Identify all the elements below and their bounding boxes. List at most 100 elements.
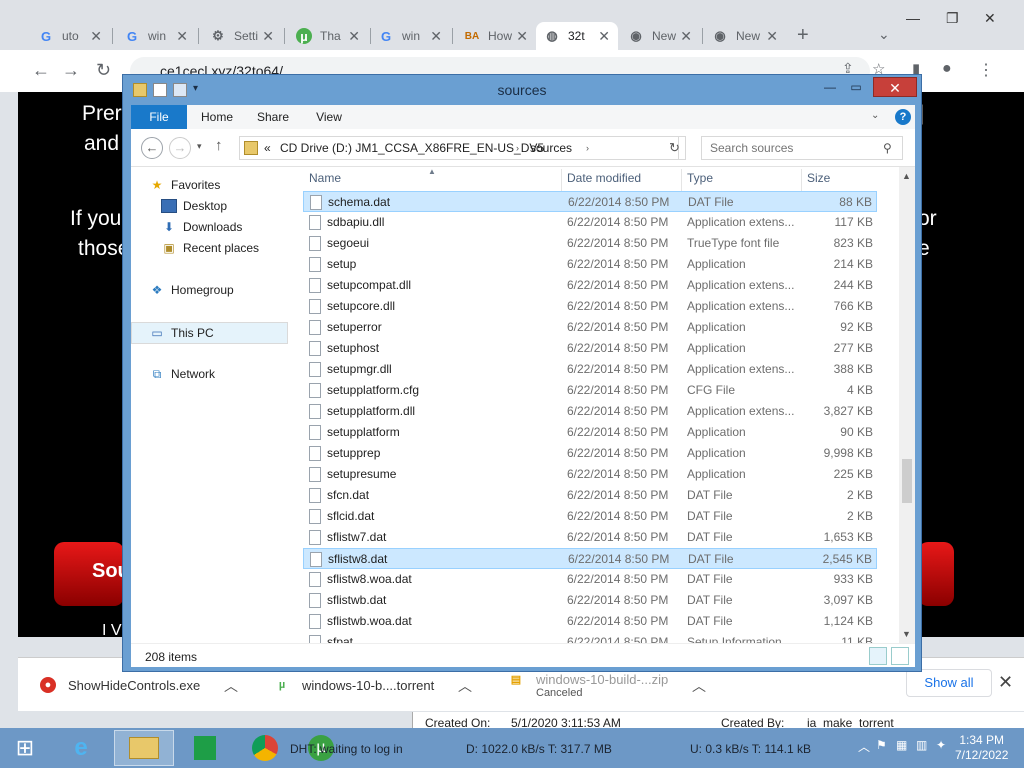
- profile-avatar-icon[interactable]: ●: [942, 60, 952, 78]
- tab-1[interactable]: Gwin ✕: [116, 22, 196, 50]
- column-separator[interactable]: [561, 169, 562, 191]
- table-row[interactable]: sflcid.dat 6/22/2014 8:50 PM DAT File 2 KB: [303, 506, 877, 527]
- recent-locations-chevron-icon[interactable]: ▾: [197, 141, 202, 152]
- table-row[interactable]: setuperror 6/22/2014 8:50 PM Application 92…: [303, 317, 877, 338]
- system-clock[interactable]: 1:34 PM 7/12/2022: [955, 733, 1008, 763]
- table-row[interactable]: setupplatform.dll 6/22/2014 8:50 PM Applic…: [303, 401, 877, 422]
- scrollbar-thumb[interactable]: [902, 459, 912, 503]
- nav-desktop[interactable]: Desktop: [161, 196, 227, 216]
- up-arrow-icon[interactable]: ↑: [215, 137, 223, 154]
- taskbar-ie[interactable]: e: [56, 730, 106, 766]
- chevron-up-icon[interactable]: ︿: [224, 676, 238, 696]
- reload-icon[interactable]: ↻: [96, 60, 111, 81]
- details-view-icon[interactable]: [869, 647, 887, 665]
- close-window-icon[interactable]: ✕: [984, 10, 996, 27]
- search-input[interactable]: [701, 136, 903, 160]
- breadcrumb-drive[interactable]: CD Drive (D:) JM1_CCSA_X86FRE_EN-US_DV5: [280, 137, 544, 159]
- network-status-icon[interactable]: ▥: [916, 738, 927, 752]
- close-icon[interactable]: ✕: [176, 28, 188, 45]
- column-header-size[interactable]: Size: [807, 171, 830, 189]
- breadcrumb-separator-icon[interactable]: ›: [516, 137, 519, 159]
- tab-8[interactable]: ◉ New ✕: [704, 22, 786, 50]
- nav-downloads[interactable]: ⬇ Downloads: [161, 217, 242, 237]
- nav-recent-places[interactable]: ▣ Recent places: [161, 238, 259, 258]
- close-icon[interactable]: ✕: [598, 28, 610, 45]
- close-icon[interactable]: ✕: [516, 28, 528, 45]
- minimize-icon[interactable]: —: [906, 10, 920, 26]
- chevron-up-icon[interactable]: ︿: [692, 676, 706, 696]
- table-row[interactable]: setuphost 6/22/2014 8:50 PM Application 277…: [303, 338, 877, 359]
- back-icon[interactable]: ←: [32, 60, 50, 81]
- close-icon[interactable]: ✕: [348, 28, 360, 45]
- source-button[interactable]: Sou: [54, 542, 130, 606]
- table-row[interactable]: setupplatform.cfg 6/22/2014 8:50 PM CFG Fi…: [303, 380, 877, 401]
- column-header-name[interactable]: Name: [309, 171, 341, 189]
- maximize-icon[interactable]: ❐: [946, 10, 959, 27]
- table-row[interactable]: schema.dat 6/22/2014 8:50 PM DAT File 88 KB: [303, 191, 877, 212]
- maximize-icon[interactable]: ▭: [843, 77, 869, 97]
- table-row[interactable]: setupmgr.dll 6/22/2014 8:50 PM Application…: [303, 359, 877, 380]
- close-icon[interactable]: ✕: [262, 28, 274, 45]
- column-separator[interactable]: [681, 169, 682, 191]
- nav-homegroup[interactable]: ❖ Homegroup: [149, 280, 234, 300]
- tab-4[interactable]: Gwin ✕: [370, 22, 450, 50]
- column-header-type[interactable]: Type: [687, 171, 713, 189]
- table-row[interactable]: sflistw8.woa.dat 6/22/2014 8:50 PM DAT Fil…: [303, 569, 877, 590]
- refresh-icon[interactable]: ↻: [664, 136, 686, 160]
- table-row[interactable]: setupprep 6/22/2014 8:50 PM Application 9,9…: [303, 443, 877, 464]
- minimize-icon[interactable]: —: [817, 77, 843, 97]
- tab-share[interactable]: Share: [249, 105, 297, 129]
- tab-7[interactable]: ◉ New ✕: [620, 22, 700, 50]
- table-row[interactable]: sflistw8.dat 6/22/2014 8:50 PM DAT File 2,5…: [303, 548, 877, 569]
- table-row[interactable]: sfcn.dat 6/22/2014 8:50 PM DAT File 2 KB: [303, 485, 877, 506]
- table-row[interactable]: segoeui 6/22/2014 8:50 PM TrueType font fi…: [303, 233, 877, 254]
- tab-file[interactable]: File: [131, 105, 187, 129]
- tab-2[interactable]: ⚙ Setti ✕: [202, 22, 282, 50]
- close-icon[interactable]: ✕: [90, 28, 102, 45]
- tab-home[interactable]: Home: [193, 105, 241, 129]
- close-icon[interactable]: ✕: [998, 672, 1013, 693]
- new-tab-button[interactable]: +: [797, 24, 809, 47]
- column-separator[interactable]: [801, 169, 802, 191]
- close-window-icon[interactable]: ✕: [873, 77, 917, 97]
- start-button[interactable]: ⊞: [0, 730, 50, 766]
- tab-5[interactable]: BA How ✕: [456, 22, 536, 50]
- close-icon[interactable]: ✕: [766, 28, 778, 45]
- taskbar-store[interactable]: [180, 730, 230, 766]
- path-overflow[interactable]: «: [264, 137, 271, 159]
- table-row[interactable]: sdbapiu.dll 6/22/2014 8:50 PM Application …: [303, 212, 877, 233]
- table-row[interactable]: sflistwb.dat 6/22/2014 8:50 PM DAT File 3,0…: [303, 590, 877, 611]
- tab-3[interactable]: µ Tha ✕: [288, 22, 368, 50]
- show-all-button[interactable]: Show all: [906, 669, 992, 697]
- help-icon[interactable]: ?: [895, 109, 911, 125]
- tray-chevron-icon[interactable]: ︿: [858, 738, 870, 755]
- tab-0[interactable]: Guto ✕: [30, 22, 110, 50]
- expand-ribbon-chevron-icon[interactable]: ⌄: [871, 110, 879, 121]
- table-row[interactable]: setup 6/22/2014 8:50 PM Application 214 KB: [303, 254, 877, 275]
- table-row[interactable]: setupcompat.dll 6/22/2014 8:50 PM Applicat…: [303, 275, 877, 296]
- nav-favorites[interactable]: ★ Favorites: [149, 175, 221, 195]
- table-row[interactable]: setupresume 6/22/2014 8:50 PM Application 2…: [303, 464, 877, 485]
- address-path[interactable]: « CD Drive (D:) JM1_CCSA_X86FRE_EN-US_DV…: [239, 136, 773, 160]
- table-row[interactable]: setupcore.dll 6/22/2014 8:50 PM Applicatio…: [303, 296, 877, 317]
- breadcrumb-separator-icon[interactable]: ›: [586, 137, 589, 159]
- table-row[interactable]: sflistw7.dat 6/22/2014 8:50 PM DAT File 1,6…: [303, 527, 877, 548]
- forward-icon[interactable]: →: [169, 137, 191, 159]
- column-header-date[interactable]: Date modified: [567, 171, 641, 189]
- explorer-titlebar[interactable]: ▾ sources — ▭ ✕: [123, 75, 921, 105]
- menu-kebab-icon[interactable]: ⋮: [978, 60, 994, 80]
- taskbar-chrome[interactable]: [240, 730, 290, 766]
- nav-this-pc[interactable]: ▭ This PC: [149, 323, 213, 343]
- taskbar-explorer[interactable]: [114, 730, 174, 766]
- breadcrumb-sources[interactable]: sources: [530, 137, 572, 159]
- close-icon[interactable]: ✕: [680, 28, 692, 45]
- close-icon[interactable]: ✕: [430, 28, 442, 45]
- nav-network[interactable]: ⧉ Network: [149, 364, 215, 384]
- tray-app-icon[interactable]: ▦: [896, 738, 907, 752]
- scroll-up-icon[interactable]: ▲: [902, 171, 911, 181]
- forward-icon[interactable]: →: [62, 60, 80, 81]
- chevron-up-icon[interactable]: ︿: [458, 676, 472, 696]
- tab-view[interactable]: View: [305, 105, 353, 129]
- large-icons-view-icon[interactable]: [891, 647, 909, 665]
- vertical-scrollbar[interactable]: ▲ ▼: [899, 167, 915, 643]
